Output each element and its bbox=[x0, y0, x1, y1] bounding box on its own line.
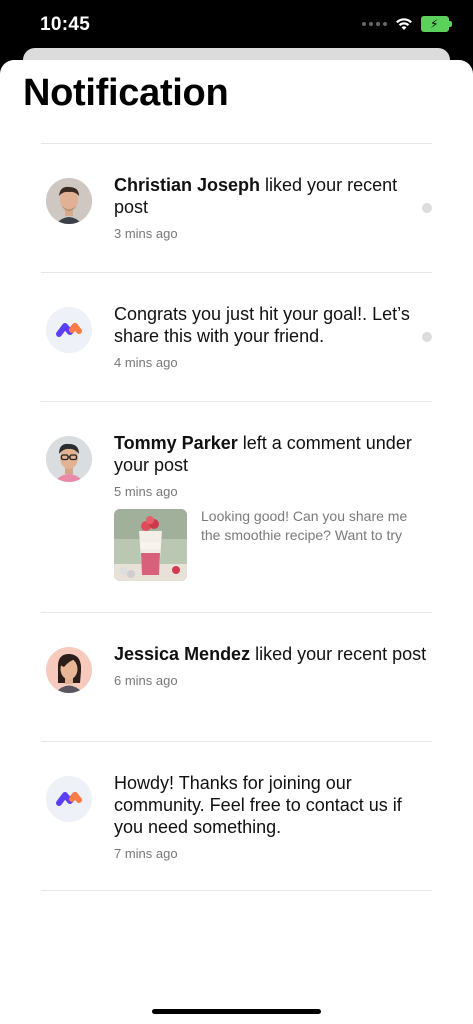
user-name[interactable]: Christian Joseph bbox=[114, 175, 260, 195]
notification-item[interactable]: Congrats you just hit your goal!. Let’s … bbox=[41, 272, 432, 401]
user-name[interactable]: Tommy Parker bbox=[114, 433, 238, 453]
smoothie-image[interactable] bbox=[114, 509, 187, 581]
status-time: 10:45 bbox=[40, 14, 91, 35]
notification-message: Tommy Parker left a comment under your p… bbox=[114, 433, 412, 475]
notification-message: Jessica Mendez liked your recent post bbox=[114, 644, 427, 664]
notification-message: Congrats you just hit your goal!. Let’s … bbox=[114, 304, 410, 346]
notification-item[interactable]: Jessica Mendez liked your recent post 6 … bbox=[41, 612, 432, 741]
page-title: Notification bbox=[23, 72, 229, 114]
unread-dot bbox=[422, 332, 432, 342]
notification-item[interactable]: Howdy! Thanks for joining our community.… bbox=[41, 741, 432, 891]
status-bar: 10:45 ⚡ bbox=[0, 0, 473, 50]
notification-time: 7 mins ago bbox=[114, 846, 178, 861]
notification-time: 6 mins ago bbox=[114, 673, 178, 688]
comment-preview[interactable]: Looking good! Can you share me the smoot… bbox=[114, 508, 432, 581]
notification-time: 3 mins ago bbox=[114, 226, 178, 241]
wifi-icon bbox=[396, 18, 412, 30]
notification-list: Christian Joseph liked your recent post … bbox=[41, 143, 432, 891]
battery-icon: ⚡ bbox=[421, 16, 452, 32]
unread-dot bbox=[422, 203, 432, 213]
notification-message: Christian Joseph liked your recent post bbox=[114, 175, 398, 217]
notification-time: 5 mins ago bbox=[114, 484, 178, 499]
status-icons: ⚡ bbox=[362, 16, 452, 32]
notification-item[interactable]: Tommy Parker left a comment under your p… bbox=[41, 401, 432, 612]
app-logo-icon bbox=[46, 776, 92, 822]
signal-icon bbox=[362, 22, 387, 26]
notification-time: 4 mins ago bbox=[114, 355, 178, 370]
home-indicator[interactable] bbox=[152, 1009, 321, 1014]
notification-message: Howdy! Thanks for joining our community.… bbox=[114, 773, 402, 837]
christian-avatar[interactable] bbox=[46, 178, 92, 224]
notification-item[interactable]: Christian Joseph liked your recent post … bbox=[41, 143, 432, 272]
comment-text: Looking good! Can you share me the smoot… bbox=[201, 508, 408, 543]
tommy-avatar[interactable] bbox=[46, 436, 92, 482]
user-name[interactable]: Jessica Mendez bbox=[114, 644, 250, 664]
jessica-avatar[interactable] bbox=[46, 647, 92, 693]
app-logo-icon bbox=[46, 307, 92, 353]
